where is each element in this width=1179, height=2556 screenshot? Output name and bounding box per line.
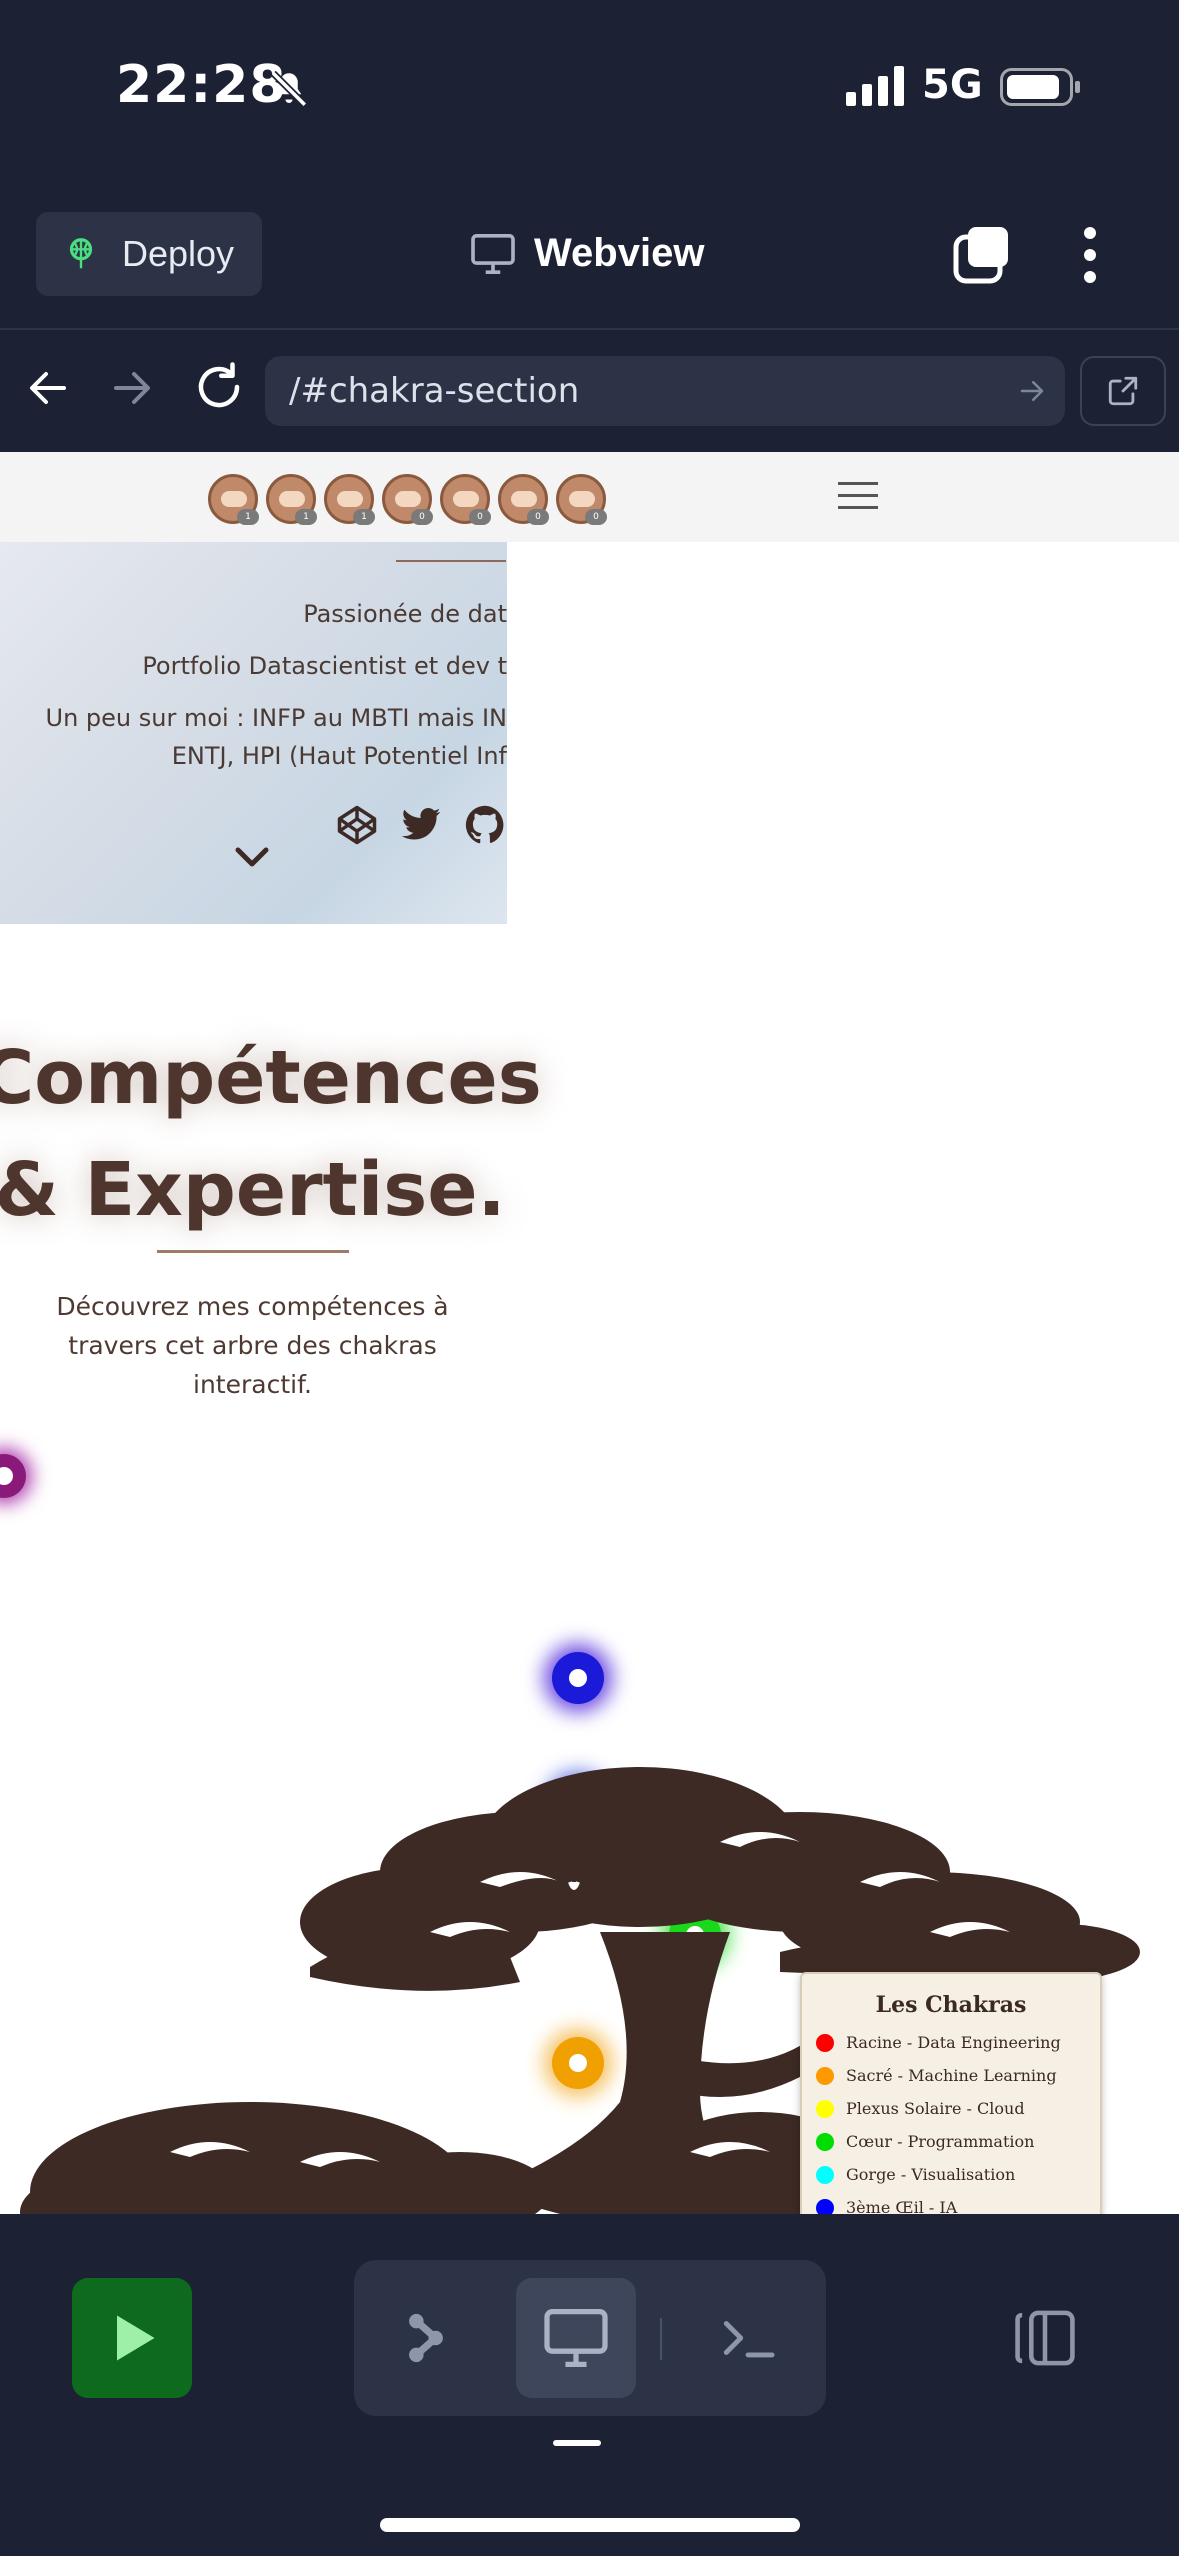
avatar-badge: 0 <box>411 509 433 525</box>
legend-item: Racine - Data Engineering <box>816 2026 1086 2059</box>
play-icon <box>117 2315 155 2361</box>
battery-icon <box>1000 68 1080 106</box>
section-title: Compétences & Expertise. <box>0 1022 542 1246</box>
top-bar: Deploy Webview <box>0 195 1179 330</box>
legend-item: 3ème Œil - IA <box>816 2191 1086 2214</box>
legend-item: Gorge - Visualisation <box>816 2158 1086 2191</box>
network-type: 5G <box>922 62 983 108</box>
terminal-icon <box>723 2321 775 2358</box>
avatar-list: 1 1 1 0 0 0 0 <box>208 474 607 525</box>
side-panel-icon[interactable] <box>1010 2306 1080 2370</box>
avatar-badge: 0 <box>469 509 491 525</box>
codepen-icon[interactable] <box>336 804 378 846</box>
legend-label: Sacré - Machine Learning <box>846 2066 1057 2085</box>
legend-label: Gorge - Visualisation <box>846 2165 1016 2184</box>
forward-arrow-icon[interactable] <box>108 364 156 412</box>
avatar[interactable]: 1 <box>266 474 317 525</box>
github-icon[interactable] <box>464 804 506 846</box>
legend-label: Plexus Solaire - Cloud <box>846 2099 1025 2118</box>
avatar[interactable]: 1 <box>324 474 375 525</box>
social-links <box>336 804 506 846</box>
chakra-orb-crown[interactable] <box>0 1454 26 1498</box>
home-indicator[interactable] <box>380 2518 800 2532</box>
site-navbar: 1 1 1 0 0 0 0 <box>0 452 1179 542</box>
bell-muted-icon <box>270 70 308 108</box>
legend-color-dot <box>816 2033 834 2052</box>
legend-label: 3ème Œil - IA <box>846 2198 958 2214</box>
legend-color-dot <box>816 2099 834 2118</box>
reload-icon[interactable] <box>192 360 246 414</box>
section-title-line1: Compétences <box>0 1035 542 1121</box>
tab-workflow[interactable] <box>366 2278 486 2398</box>
legend-title: Les Chakras <box>875 1992 1027 2018</box>
avatar[interactable]: 1 <box>208 474 259 525</box>
avatar-badge: 1 <box>295 509 317 525</box>
monitor-icon <box>544 2309 608 2367</box>
hero-divider <box>396 560 506 562</box>
webview-title-label: Webview <box>534 231 705 275</box>
chakra-legend: Les Chakras Racine - Data Engineering Sac… <box>800 1972 1102 2214</box>
more-vertical-icon[interactable] <box>1070 225 1110 285</box>
chevron-down-icon[interactable] <box>232 842 272 872</box>
legend-item: Cœur - Programmation <box>816 2125 1086 2158</box>
hero-tagline: Passionée de dat <box>303 600 507 628</box>
url-input[interactable]: /#chakra-section <box>265 356 1065 426</box>
legend-color-dot <box>816 2198 834 2214</box>
legend-label: Cœur - Programmation <box>846 2132 1035 2151</box>
avatar[interactable]: 0 <box>382 474 433 525</box>
tabs-icon[interactable] <box>952 225 1012 285</box>
legend-item: Sacré - Machine Learning <box>816 2059 1086 2092</box>
hero-section: Passionée de dat Portfolio Datascientist… <box>0 542 507 924</box>
legend-label: Racine - Data Engineering <box>846 2033 1061 2052</box>
segment-divider <box>660 2318 662 2360</box>
url-text: /#chakra-section <box>289 371 580 411</box>
title-divider <box>157 1250 349 1253</box>
signal-icon <box>846 66 904 106</box>
avatar-badge: 1 <box>237 509 259 525</box>
drawer-handle[interactable] <box>553 2440 601 2446</box>
deploy-icon <box>69 238 93 269</box>
back-arrow-icon[interactable] <box>24 364 72 412</box>
avatar[interactable]: 0 <box>440 474 491 525</box>
monitor-icon <box>471 233 515 274</box>
status-time: 22:28 <box>116 55 287 115</box>
section-description: Découvrez mes compétences à travers cet … <box>56 1292 449 1399</box>
tab-webview[interactable] <box>516 2278 636 2398</box>
status-bar: 22:28 5G <box>0 0 1179 175</box>
run-button[interactable] <box>72 2278 192 2398</box>
address-bar: /#chakra-section <box>0 332 1179 452</box>
avatar[interactable]: 0 <box>498 474 549 525</box>
deploy-button[interactable]: Deploy <box>36 212 262 296</box>
hero-about-line2: ENTJ, HPI (Haut Potentiel Inf <box>171 742 507 770</box>
hero-subtitle: Portfolio Datascientist et dev t <box>142 652 507 680</box>
avatar-badge: 0 <box>585 509 607 525</box>
go-arrow-icon[interactable] <box>1017 376 1047 406</box>
legend-color-dot <box>816 2132 834 2151</box>
bottom-toolbar <box>0 2214 1179 2556</box>
external-link-icon <box>1108 376 1138 406</box>
deploy-label: Deploy <box>122 233 235 274</box>
avatar-badge: 0 <box>527 509 549 525</box>
hamburger-menu-icon[interactable] <box>836 478 880 514</box>
legend-items: Racine - Data Engineering Sacré - Machine… <box>816 2026 1086 2214</box>
avatar[interactable]: 0 <box>556 474 607 525</box>
open-external-button[interactable] <box>1080 356 1166 426</box>
avatar-badge: 1 <box>353 509 375 525</box>
section-title-line2: & Expertise. <box>0 1147 506 1233</box>
webview-title: Webview <box>470 231 704 276</box>
view-switcher <box>354 2260 826 2416</box>
twitter-icon[interactable] <box>400 804 442 846</box>
legend-color-dot <box>816 2066 834 2085</box>
tab-console[interactable] <box>688 2278 808 2398</box>
legend-item: Plexus Solaire - Cloud <box>816 2092 1086 2125</box>
hero-about-line1: Un peu sur moi : INFP au MBTI mais IN <box>45 704 507 732</box>
workflow-icon <box>409 2313 443 2363</box>
webview-content: 1 1 1 0 0 0 0 Passionée de dat Portfolio Datas… <box>0 452 1179 2214</box>
legend-color-dot <box>816 2165 834 2184</box>
